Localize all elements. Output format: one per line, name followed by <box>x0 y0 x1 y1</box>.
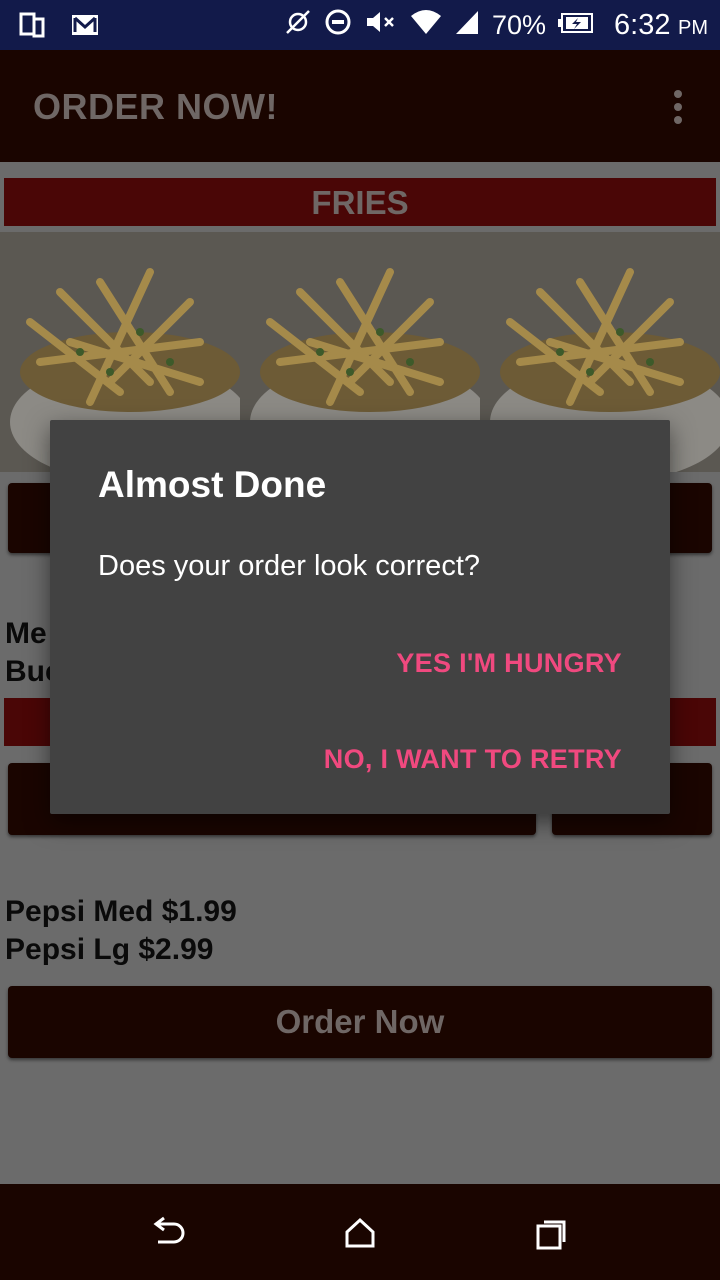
home-icon[interactable] <box>343 1216 377 1255</box>
app-title: ORDER NOW! <box>33 86 278 127</box>
app-bar: ORDER NOW! <box>0 50 720 162</box>
menu-item-text-line1: Me <box>5 617 47 650</box>
battery-level: 70% <box>491 9 547 40</box>
signal-icon <box>454 8 480 43</box>
clock-ampm: PM <box>678 16 708 39</box>
status-bar: 70% 6:32 PM <box>0 0 720 50</box>
mute-icon <box>364 8 398 43</box>
clock-time: 6:32 <box>614 8 671 41</box>
drink-price-med: Pepsi Med $1.99 <box>5 895 237 928</box>
retry-button[interactable]: NO, I WANT TO RETRY <box>324 744 622 775</box>
battery-charging-icon <box>558 10 594 41</box>
gmail-icon <box>70 10 100 40</box>
dialog-message: Does your order look correct? <box>98 550 480 582</box>
navigation-bar <box>0 1184 720 1280</box>
dnd-icon <box>324 8 352 43</box>
fries-header: FRIES <box>4 178 716 226</box>
more-vert-icon[interactable] <box>670 90 686 126</box>
drink-price-lg: Pepsi Lg $2.99 <box>5 933 214 966</box>
wifi-icon <box>410 8 442 43</box>
yes-hungry-button[interactable]: YES I'M HUNGRY <box>396 648 622 679</box>
confirm-dialog: Almost Done Does your order look correct… <box>50 420 670 814</box>
order-now-button[interactable]: Order Now <box>8 986 712 1058</box>
back-icon[interactable] <box>150 1216 186 1255</box>
nfc-off-icon <box>284 8 312 43</box>
dialog-title: Almost Done <box>98 464 327 505</box>
device-icon <box>18 10 48 40</box>
recents-icon[interactable] <box>535 1216 571 1255</box>
